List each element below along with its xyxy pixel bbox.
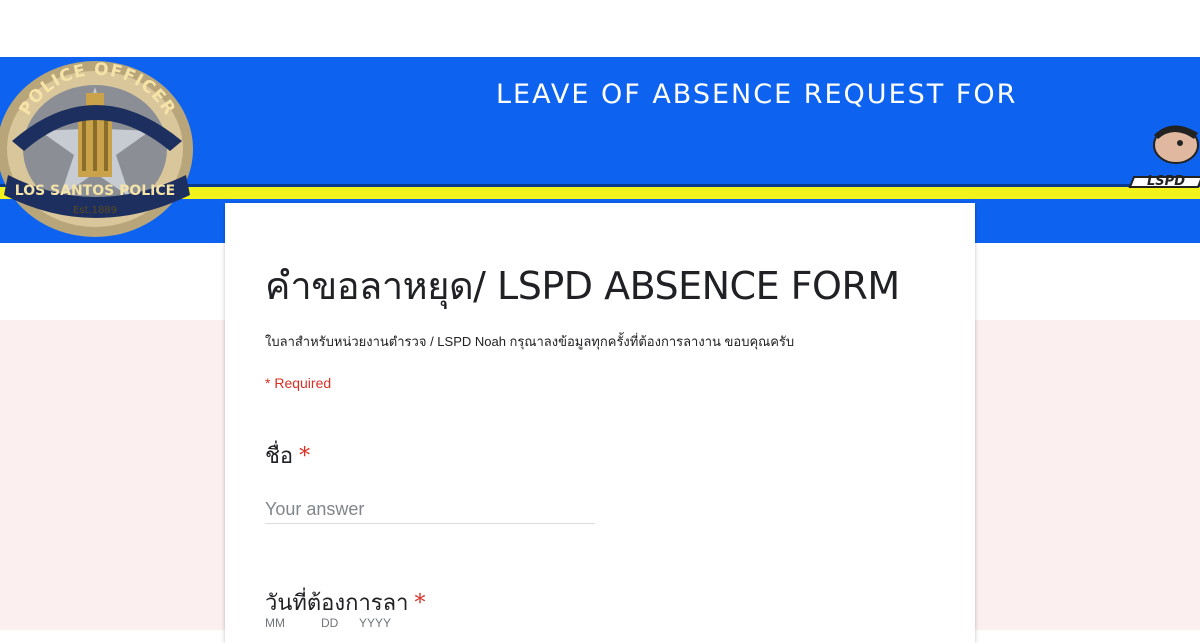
date-month-label[interactable]: MM xyxy=(265,616,321,630)
form-title: คำขอลาหยุด/ LSPD ABSENCE FORM xyxy=(265,264,900,308)
question-date-label: วันที่ต้องการลา * xyxy=(265,585,425,620)
police-badge-logo: POLICE OFFICER LOS SANTOS POLICE Est.188… xyxy=(0,60,193,237)
banner-title: LEAVE OF ABSENCE REQUEST FOR xyxy=(496,79,1018,110)
mascot-text: LSPD xyxy=(1147,174,1185,189)
date-input-labels[interactable]: MM DD YYYY xyxy=(265,616,391,630)
badge-est-text: Est.1889 xyxy=(73,205,117,216)
name-answer-input[interactable] xyxy=(265,495,595,524)
badge-bottom-text: LOS SANTOS POLICE xyxy=(15,183,175,199)
question-date-text: วันที่ต้องการลา xyxy=(265,591,409,616)
form-description: ใบลาสำหรับหน่วยงานตำรวจ / LSPD Noah กรุณ… xyxy=(265,334,795,349)
question-name-text: ชื่อ xyxy=(265,444,294,469)
question-name-label: ชื่อ * xyxy=(265,438,310,473)
required-asterisk: * xyxy=(299,444,311,469)
required-note: * Required xyxy=(265,375,332,391)
date-day-label[interactable]: DD xyxy=(321,616,359,630)
form-card: คำขอลาหยุด/ LSPD ABSENCE FORM ใบลาสำหรับ… xyxy=(225,203,975,643)
required-asterisk: * xyxy=(414,591,426,616)
date-year-label[interactable]: YYYY xyxy=(359,616,391,630)
mascot-logo: LSPD xyxy=(1128,125,1200,189)
